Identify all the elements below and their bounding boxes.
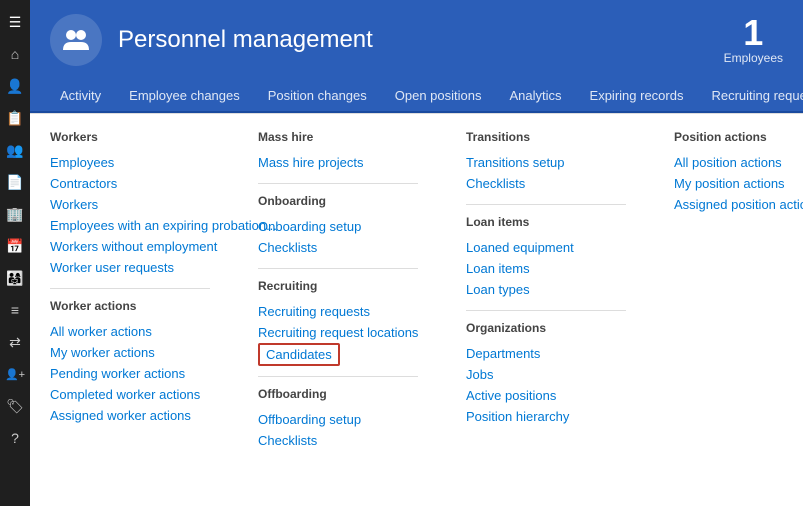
assigned-position-actions-link[interactable]: Assigned position actions: [674, 194, 803, 215]
recruiting-request-locations-link[interactable]: Recruiting request locations: [258, 322, 418, 343]
position-hierarchy-link[interactable]: Position hierarchy: [466, 406, 626, 427]
sidebar: ☰ ⌂ 👤 📋 👥 📄 🏢 📅 👨‍👩‍👧 ≡ ⇄ 👤+ 🏷 ?: [0, 0, 30, 506]
loan-items-title: Loan items: [466, 215, 626, 229]
active-positions-link[interactable]: Active positions: [466, 385, 626, 406]
tab-employee-changes[interactable]: Employee changes: [115, 80, 254, 113]
workers-no-employment-link[interactable]: Workers without employment: [50, 236, 210, 257]
onboarding-title: Onboarding: [258, 194, 418, 208]
calendar-icon[interactable]: 📅: [1, 232, 29, 260]
main-content: Personnel management 1 Employees Activit…: [30, 0, 803, 506]
loaned-equipment-link[interactable]: Loaned equipment: [466, 237, 626, 258]
my-worker-actions-link[interactable]: My worker actions: [50, 342, 210, 363]
candidates-link[interactable]: Candidates: [258, 343, 340, 366]
module-icon: [50, 14, 102, 66]
transitions-section: Transitions Transitions setup Checklists…: [446, 130, 646, 490]
clipboard-icon[interactable]: 📋: [1, 104, 29, 132]
mass-hire-title: Mass hire: [258, 130, 418, 144]
loan-items-divider: [466, 310, 626, 311]
badge-icon[interactable]: 🏷: [1, 392, 29, 420]
assigned-worker-actions-link[interactable]: Assigned worker actions: [50, 405, 210, 426]
position-actions-section: Position actions All position actions My…: [654, 130, 803, 490]
header-left: Personnel management: [50, 14, 373, 66]
all-worker-actions-link[interactable]: All worker actions: [50, 321, 210, 342]
recruiting-requests-link[interactable]: Recruiting requests: [258, 301, 418, 322]
tab-open-positions[interactable]: Open positions: [381, 80, 496, 113]
employees-probation-link[interactable]: Employees with an expiring probation...: [50, 215, 210, 236]
contractors-link[interactable]: Contractors: [50, 173, 210, 194]
group-icon[interactable]: 👨‍👩‍👧: [1, 264, 29, 292]
recruiting-divider: [258, 376, 418, 377]
tab-expiring-records[interactable]: Expiring records: [576, 80, 698, 113]
offboarding-setup-link[interactable]: Offboarding setup: [258, 409, 418, 430]
employees-link[interactable]: Employees: [50, 152, 210, 173]
help-icon[interactable]: ?: [1, 424, 29, 452]
jobs-link[interactable]: Jobs: [466, 364, 626, 385]
mass-hire-section: Mass hire Mass hire projects Onboarding …: [238, 130, 438, 490]
people-icon[interactable]: 👥: [1, 136, 29, 164]
tab-recruiting-requests[interactable]: Recruiting requests: [697, 80, 803, 113]
offboarding-checklists-link[interactable]: Checklists: [258, 430, 418, 451]
mass-hire-divider: [258, 183, 418, 184]
position-actions-title: Position actions: [674, 130, 803, 144]
onboarding-setup-link[interactable]: Onboarding setup: [258, 216, 418, 237]
tab-position-changes[interactable]: Position changes: [254, 80, 381, 113]
workers-title: Workers: [50, 130, 210, 144]
workers-divider: [50, 288, 210, 289]
menu-icon[interactable]: ☰: [1, 8, 29, 36]
employee-count-label: Employees: [724, 51, 783, 65]
header: Personnel management 1 Employees: [30, 0, 803, 80]
transitions-checklists-link[interactable]: Checklists: [466, 173, 626, 194]
loan-items-link[interactable]: Loan items: [466, 258, 626, 279]
loan-types-link[interactable]: Loan types: [466, 279, 626, 300]
list-icon[interactable]: ≡: [1, 296, 29, 324]
worker-actions-title: Worker actions: [50, 299, 210, 313]
all-position-actions-link[interactable]: All position actions: [674, 152, 803, 173]
mass-hire-projects-link[interactable]: Mass hire projects: [258, 152, 418, 173]
my-position-actions-link[interactable]: My position actions: [674, 173, 803, 194]
pending-worker-actions-link[interactable]: Pending worker actions: [50, 363, 210, 384]
tab-analytics[interactable]: Analytics: [496, 80, 576, 113]
onboarding-checklists-link[interactable]: Checklists: [258, 237, 418, 258]
recruiting-title: Recruiting: [258, 279, 418, 293]
person-icon[interactable]: 👤: [1, 72, 29, 100]
transitions-setup-link[interactable]: Transitions setup: [466, 152, 626, 173]
tab-activity[interactable]: Activity: [46, 80, 115, 113]
page-title: Personnel management: [118, 26, 373, 54]
document-icon[interactable]: 📄: [1, 168, 29, 196]
organizations-title: Organizations: [466, 321, 626, 335]
worker-user-requests-link[interactable]: Worker user requests: [50, 257, 210, 278]
workers-link[interactable]: Workers: [50, 194, 210, 215]
departments-link[interactable]: Departments: [466, 343, 626, 364]
completed-worker-actions-link[interactable]: Completed worker actions: [50, 384, 210, 405]
offboarding-title: Offboarding: [258, 387, 418, 401]
user-plus-icon[interactable]: 👤+: [1, 360, 29, 388]
header-stats: 1 Employees: [724, 15, 783, 65]
dropdown-menu: Workers Employees Contractors Workers Em…: [30, 113, 803, 506]
nav-tabs: Activity Employee changes Position chang…: [30, 80, 803, 113]
employee-count: 1: [724, 15, 783, 51]
workers-section: Workers Employees Contractors Workers Em…: [30, 130, 230, 490]
transfer-icon[interactable]: ⇄: [1, 328, 29, 356]
transitions-title: Transitions: [466, 130, 626, 144]
org-icon[interactable]: 🏢: [1, 200, 29, 228]
onboarding-divider: [258, 268, 418, 269]
transitions-divider: [466, 204, 626, 205]
home-icon[interactable]: ⌂: [1, 40, 29, 68]
